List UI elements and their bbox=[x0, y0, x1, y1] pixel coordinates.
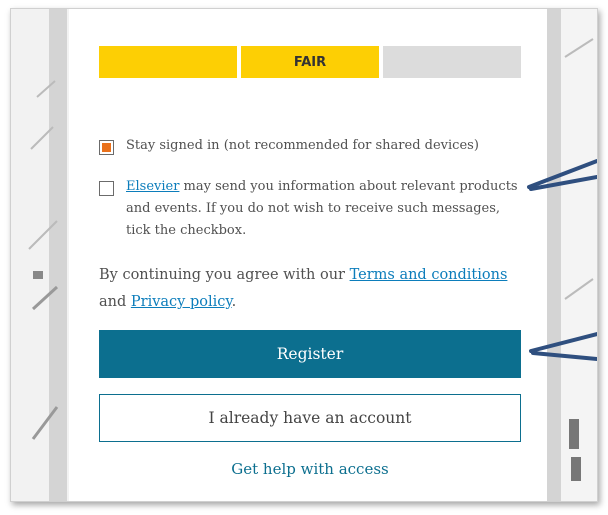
terms-link[interactable]: Terms and conditions bbox=[350, 267, 508, 283]
right-decoration bbox=[564, 38, 594, 481]
consent-prefix: By continuing you agree with our bbox=[99, 267, 350, 283]
elsevier-link[interactable]: Elsevier bbox=[126, 179, 179, 194]
consent-suffix: . bbox=[231, 294, 237, 310]
password-strength-meter: FAIR bbox=[99, 46, 521, 78]
register-button[interactable]: Register bbox=[99, 330, 521, 378]
stay-signed-in-row[interactable]: Stay signed in (not recommended for shar… bbox=[99, 138, 479, 157]
background-left bbox=[11, 9, 69, 501]
stay-signed-in-checkbox[interactable] bbox=[99, 140, 114, 155]
consent-text: By continuing you agree with our Terms a… bbox=[99, 262, 519, 316]
registration-panel: FAIR Stay signed in (not recommended for… bbox=[69, 9, 547, 501]
strength-label: FAIR bbox=[293, 54, 327, 70]
consent-and: and bbox=[99, 294, 131, 310]
marketing-opt-out-label: Elsevier may send you information about … bbox=[126, 176, 519, 242]
strength-segment-3 bbox=[383, 46, 521, 78]
marketing-opt-out-checkbox[interactable] bbox=[99, 181, 114, 196]
strength-segment-2: FAIR bbox=[241, 46, 379, 78]
existing-account-button[interactable]: I already have an account bbox=[99, 394, 521, 442]
background-right bbox=[547, 9, 597, 501]
help-link[interactable]: Get help with access bbox=[99, 460, 521, 478]
strength-segment-1 bbox=[99, 46, 237, 78]
screenshot-frame: FAIR Stay signed in (not recommended for… bbox=[10, 8, 598, 502]
marketing-opt-out-text: may send you information about relevant … bbox=[126, 179, 518, 238]
privacy-link[interactable]: Privacy policy bbox=[131, 294, 232, 310]
left-decoration bbox=[28, 80, 59, 440]
stay-signed-in-label: Stay signed in (not recommended for shar… bbox=[126, 138, 479, 153]
marketing-opt-out-row[interactable]: Elsevier may send you information about … bbox=[99, 179, 519, 242]
